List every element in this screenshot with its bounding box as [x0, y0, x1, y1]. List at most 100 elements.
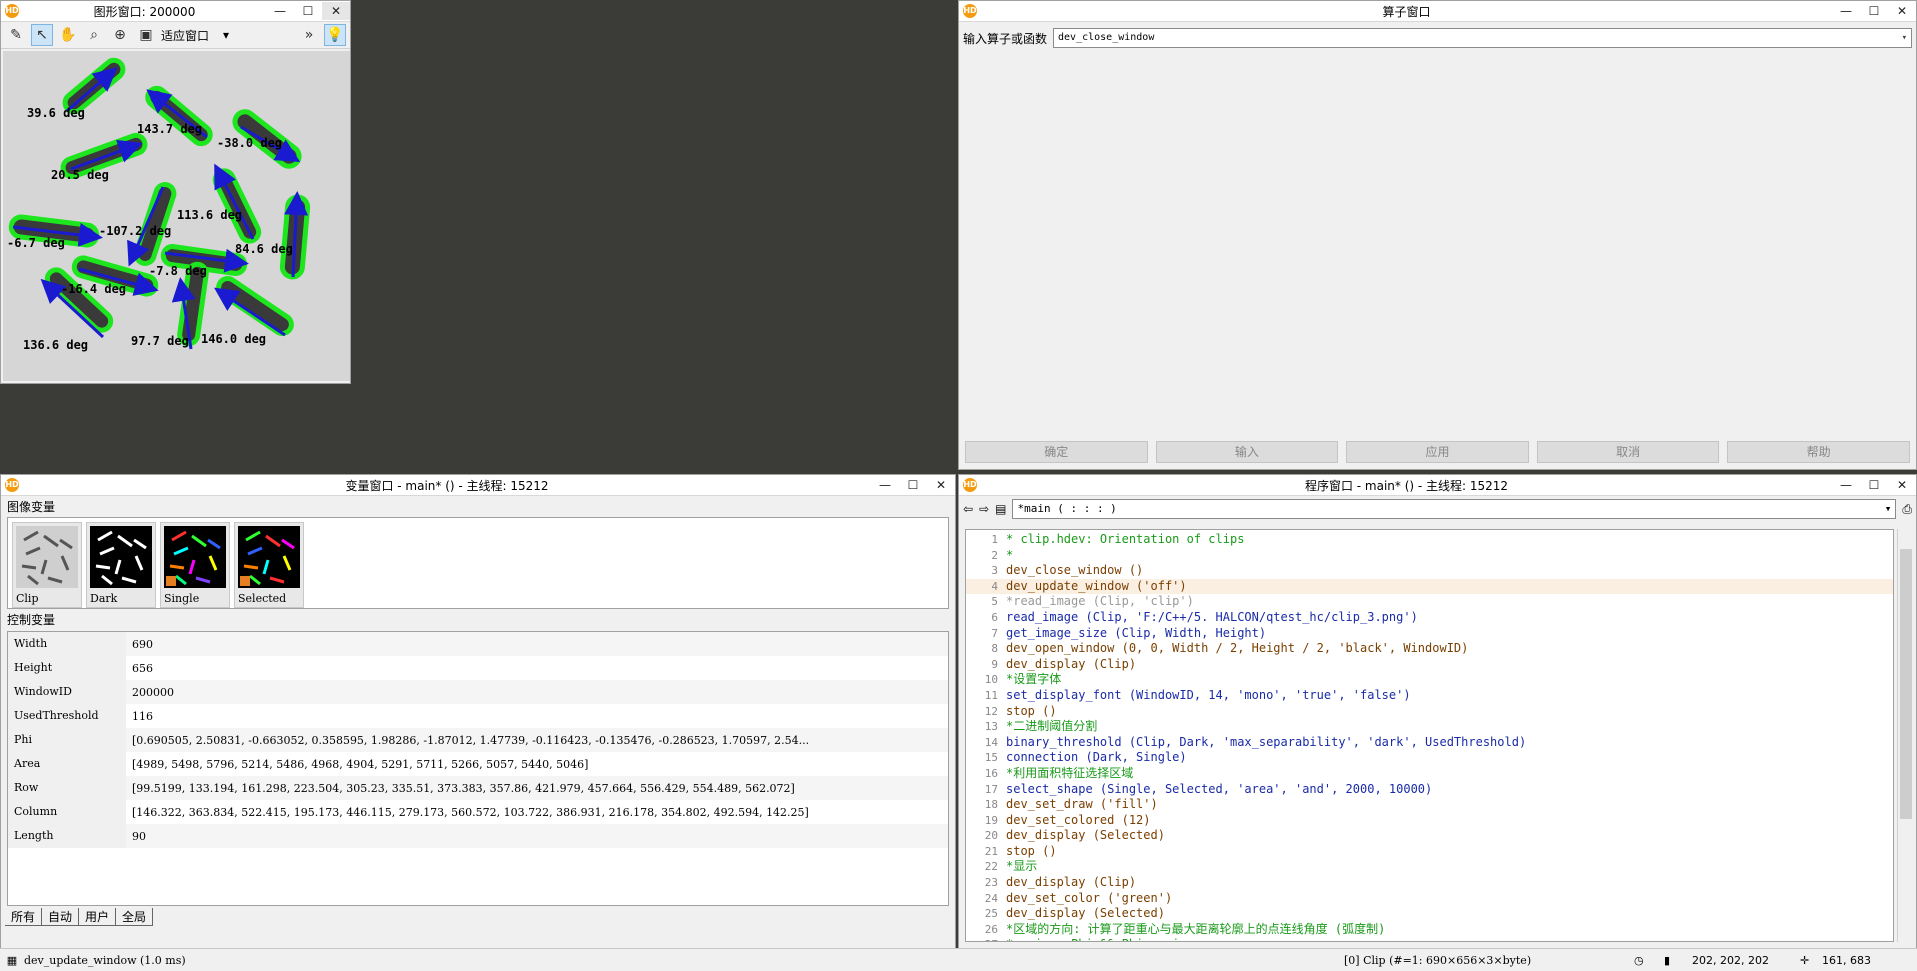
- code-line[interactable]: 12 stop (): [966, 704, 1893, 720]
- code-line[interactable]: 10 *设置字体: [966, 672, 1893, 688]
- control-var-row[interactable]: WindowID 200000: [8, 680, 948, 704]
- code-line[interactable]: 23 dev_display (Clip): [966, 875, 1893, 891]
- code-line[interactable]: 13 *二进制阈值分割: [966, 719, 1893, 735]
- hand-icon[interactable]: ✋: [57, 24, 79, 46]
- control-var-row[interactable]: UsedThreshold 116: [8, 704, 948, 728]
- more-icon[interactable]: »: [298, 24, 320, 46]
- control-vars-table: Width 690 Height 656 WindowID 200000 UsedTh…: [7, 631, 949, 906]
- graphics-canvas[interactable]: 39.6 deg 143.7 deg -38.0 deg 20.5 deg 11…: [3, 51, 350, 381]
- code-line[interactable]: 7 get_image_size (Clip, Width, Height): [966, 626, 1893, 642]
- maximize-button[interactable]: ☐: [1860, 476, 1888, 494]
- control-var-row[interactable]: Row [99.5199, 133.194, 161.298, 223.504, …: [8, 776, 948, 800]
- code-line[interactable]: 21 stop (): [966, 844, 1893, 860]
- maximize-button[interactable]: ☐: [899, 476, 927, 494]
- control-var-row[interactable]: Length 90: [8, 824, 948, 848]
- print-icon[interactable]: ⎙: [1902, 502, 1912, 517]
- maximize-button[interactable]: ☐: [294, 2, 322, 20]
- operator-input[interactable]: dev_close_window ▾: [1053, 28, 1912, 48]
- cancel-button[interactable]: 取消: [1536, 441, 1720, 463]
- code-line[interactable]: 3 dev_close_window (): [966, 563, 1893, 579]
- tab-auto[interactable]: 自动: [42, 908, 80, 926]
- dark-thumbnail: [90, 526, 152, 588]
- code-scrollbar[interactable]: [1897, 529, 1914, 942]
- control-var-row[interactable]: Width 690: [8, 632, 948, 656]
- control-var-row[interactable]: Column [146.322, 363.834, 522.415, 195.17…: [8, 800, 948, 824]
- procedure-select[interactable]: *main ( : : : ) ▾: [1012, 499, 1897, 519]
- line-number: 16: [984, 766, 998, 780]
- code-text: dev_display (Clip): [1006, 875, 1137, 890]
- scrollbar-thumb[interactable]: [1900, 549, 1912, 819]
- image-var-clip[interactable]: Clip: [12, 522, 82, 608]
- pointer-icon[interactable]: ↖: [31, 24, 53, 46]
- code-line[interactable]: 14 binary_threshold (Clip, Dark, 'max_sep…: [966, 735, 1893, 751]
- code-line[interactable]: 22 *显示: [966, 859, 1893, 875]
- line-number: 11: [984, 688, 998, 702]
- fit-window-icon[interactable]: ▣: [135, 24, 157, 46]
- forward-arrow-icon[interactable]: ⇨: [979, 502, 989, 516]
- code-line[interactable]: 11 set_display_font (WindowID, 14, 'mono'…: [966, 688, 1893, 704]
- line-number: 24: [984, 891, 998, 905]
- edit-icon[interactable]: ✎: [5, 24, 27, 46]
- ok-button[interactable]: 确定: [965, 441, 1148, 463]
- code-line[interactable]: 4 dev_update_window ('off'): [966, 578, 1893, 595]
- code-line[interactable]: 16 *利用面积特征选择区域: [966, 766, 1893, 782]
- tab-all[interactable]: 所有: [5, 908, 43, 926]
- tab-global[interactable]: 全局: [116, 908, 154, 926]
- angle-label: 146.0 deg: [201, 332, 266, 346]
- image-var-single[interactable]: Single: [160, 522, 230, 608]
- line-number: 22: [984, 860, 998, 874]
- control-var-row[interactable]: Area [4989, 5498, 5796, 5214, 5486, 4968,…: [8, 752, 948, 776]
- procedure-icon[interactable]: ▤: [995, 502, 1006, 516]
- code-line[interactable]: 5 *read_image (Clip, 'clip'): [966, 594, 1893, 610]
- close-button[interactable]: ✕: [1888, 2, 1916, 20]
- angle-label: -16.4 deg: [61, 282, 126, 296]
- code-line[interactable]: 17 select_shape (Single, Selected, 'area'…: [966, 782, 1893, 798]
- code-line[interactable]: 20 dev_display (Selected): [966, 828, 1893, 844]
- close-button[interactable]: ✕: [927, 476, 955, 494]
- code-line[interactable]: 19 dev_set_colored (12): [966, 813, 1893, 829]
- control-var-value: 656: [132, 661, 153, 675]
- control-var-row[interactable]: Phi [0.690505, 2.50831, -0.663052, 0.3585…: [8, 728, 948, 752]
- minimize-button[interactable]: —: [871, 476, 899, 494]
- close-button[interactable]: ✕: [322, 2, 350, 20]
- code-line[interactable]: 25 dev_display (Selected): [966, 906, 1893, 922]
- enter-button[interactable]: 输入: [1155, 441, 1339, 463]
- code-line[interactable]: 9 dev_display (Clip): [966, 657, 1893, 673]
- code-line[interactable]: 24 dev_set_color ('green'): [966, 891, 1893, 907]
- code-text: dev_display (Clip): [1006, 656, 1137, 671]
- line-number: 13: [984, 720, 998, 734]
- magnifier-icon[interactable]: ⌕: [83, 24, 105, 46]
- fit-window-select[interactable]: 适应窗口 ▾: [161, 27, 229, 44]
- pixel-value: 202, 202, 202: [1692, 953, 1769, 967]
- minimize-button[interactable]: —: [266, 2, 294, 20]
- line-number: 7: [991, 626, 998, 640]
- image-var-dark[interactable]: Dark: [86, 522, 156, 608]
- lightbulb-icon[interactable]: 💡: [324, 24, 346, 46]
- zoom-icon[interactable]: ⊕: [109, 24, 131, 46]
- graphics-window-title: 图形窗口: 200000: [93, 4, 196, 19]
- minimize-button[interactable]: —: [1832, 476, 1860, 494]
- code-text: *显示: [1006, 859, 1038, 874]
- code-line[interactable]: 1 * clip.hdev: Orientation of clips: [966, 532, 1893, 548]
- tab-user[interactable]: 用户: [79, 908, 117, 926]
- image-vars-list: Clip Dark Single Selected: [7, 517, 949, 609]
- chevron-down-icon[interactable]: ▾: [1902, 29, 1907, 47]
- code-editor[interactable]: 1 * clip.hdev: Orientation of clips 2 * 3 dev…: [965, 529, 1894, 942]
- maximize-button[interactable]: ☐: [1860, 2, 1888, 20]
- apply-button[interactable]: 应用: [1346, 441, 1529, 463]
- code-line[interactable]: 27 *- pi <= Phi && Phi < pi: [966, 937, 1893, 941]
- code-line[interactable]: 2 *: [966, 548, 1893, 564]
- control-var-row[interactable]: Height 656: [8, 656, 948, 680]
- angle-label: 20.5 deg: [51, 168, 109, 182]
- code-line[interactable]: 8 dev_open_window (0, 0, Width / 2, Heigh…: [966, 641, 1893, 657]
- angle-label: 136.6 deg: [23, 338, 88, 352]
- back-arrow-icon[interactable]: ⇦: [963, 502, 973, 516]
- code-line[interactable]: 6 read_image (Clip, 'F:/C++/5. HALCON/qte…: [966, 610, 1893, 626]
- image-var-selected[interactable]: Selected: [234, 522, 304, 608]
- minimize-button[interactable]: —: [1832, 2, 1860, 20]
- close-button[interactable]: ✕: [1888, 476, 1916, 494]
- code-line[interactable]: 18 dev_set_draw ('fill'): [966, 797, 1893, 813]
- code-line[interactable]: 26 *区域的方向: 计算了距重心与最大距离轮廓上的点连线角度 (弧度制): [966, 922, 1893, 938]
- code-line[interactable]: 15 connection (Dark, Single): [966, 750, 1893, 766]
- help-button[interactable]: 帮助: [1727, 441, 1910, 463]
